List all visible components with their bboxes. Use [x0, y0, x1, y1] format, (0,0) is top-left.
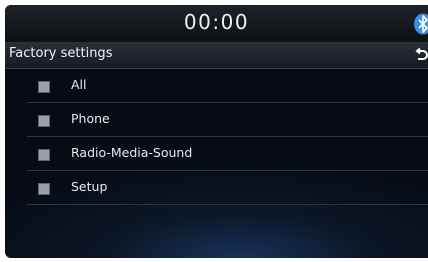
clock: 00:00 — [183, 10, 250, 34]
bluetooth-icon — [414, 13, 428, 35]
list-item-label: All — [71, 77, 87, 92]
list-item-label: Phone — [71, 111, 110, 126]
list-item-label: Setup — [71, 179, 108, 194]
checkbox[interactable] — [38, 115, 50, 127]
list-item-radio-media-sound[interactable]: Radio-Media-Sound — [27, 137, 428, 171]
status-bar: 00:00 — [5, 5, 428, 42]
checkbox[interactable] — [38, 81, 50, 93]
list-item-all[interactable]: All — [27, 69, 428, 103]
screen: 00:00 Factory settings All Phone Radio-M… — [5, 5, 428, 258]
checkbox[interactable] — [38, 149, 50, 161]
options-list: All Phone Radio-Media-Sound Setup — [5, 69, 428, 205]
title-bar: Factory settings — [5, 42, 428, 69]
list-item-phone[interactable]: Phone — [27, 103, 428, 137]
list-item-setup[interactable]: Setup — [27, 171, 428, 205]
page-title: Factory settings — [9, 46, 113, 61]
back-icon[interactable] — [415, 47, 428, 63]
checkbox[interactable] — [38, 183, 50, 195]
list-item-label: Radio-Media-Sound — [71, 145, 193, 160]
